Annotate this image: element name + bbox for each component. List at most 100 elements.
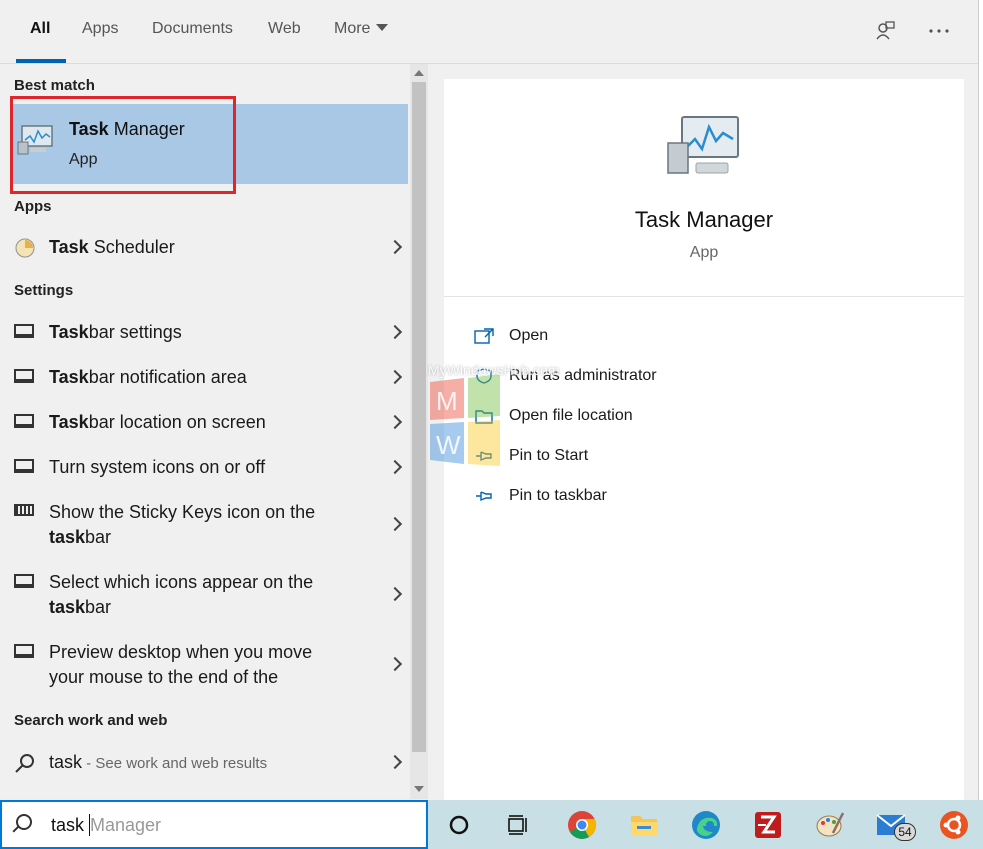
background-window-edge [978, 0, 983, 800]
highlight-frame [10, 96, 236, 194]
folder-icon [631, 816, 657, 836]
tab-web[interactable]: Web [268, 20, 301, 38]
task-view-icon [508, 815, 527, 835]
search-suggestion-text: Manager [90, 815, 162, 835]
action-open-file-location-label: Open file location [509, 407, 633, 424]
paint-taskbar-button[interactable] [814, 809, 846, 841]
task-view-button[interactable] [502, 809, 534, 841]
tab-more[interactable]: More [334, 20, 389, 38]
tab-more-label: More [334, 20, 371, 37]
chevron-right-icon[interactable] [387, 516, 403, 532]
result-label: Taskbar settings [49, 322, 182, 342]
start-search-window: All Apps Documents Web More Best match T… [0, 0, 983, 849]
task-manager-large-icon [667, 116, 739, 174]
action-pin-to-start[interactable]: Pin to Start [474, 442, 774, 472]
tab-all[interactable]: All [30, 20, 50, 38]
result-label: Preview desktop when you move your mouse … [49, 642, 313, 687]
chevron-right-icon[interactable] [387, 459, 403, 475]
setting-taskbar-location[interactable]: Taskbar location on screen [0, 400, 408, 444]
setting-select-taskbar-icons[interactable]: Select which icons appear on the taskbar [0, 560, 408, 630]
result-web-search[interactable]: task - See work and web results [0, 740, 408, 784]
edge-taskbar-button[interactable] [690, 809, 722, 841]
cortana-button[interactable] [443, 809, 475, 841]
section-settings: Settings [14, 282, 74, 299]
setting-taskbar-settings[interactable]: Taskbar settings [0, 310, 408, 354]
filter-tabs: All Apps Documents Web More [0, 0, 978, 64]
setting-system-icons[interactable]: Turn system icons on or off [0, 445, 408, 489]
chevron-right-icon[interactable] [387, 754, 403, 770]
chrome-taskbar-button[interactable] [566, 809, 598, 841]
chevron-right-icon[interactable] [387, 586, 403, 602]
pin-icon [476, 491, 492, 502]
task-scheduler-icon [15, 238, 35, 258]
action-run-as-admin[interactable]: Run as administrator [474, 362, 774, 392]
file-explorer-taskbar-button[interactable] [628, 809, 660, 841]
open-icon [474, 328, 494, 344]
mail-taskbar-button[interactable]: 54 [876, 809, 916, 841]
paint-palette-icon [816, 812, 845, 837]
result-label: Turn system icons on or off [49, 457, 266, 477]
taskbar-icon [14, 324, 34, 338]
action-pin-to-taskbar[interactable]: Pin to taskbar [474, 482, 774, 512]
mail-unread-badge: 54 [894, 823, 916, 841]
setting-taskbar-notification-area[interactable]: Taskbar notification area [0, 355, 408, 399]
ubuntu-taskbar-button[interactable] [938, 809, 970, 841]
action-open-file-location[interactable]: Open file location [474, 402, 774, 432]
pin-icon [476, 451, 492, 462]
result-label: Task Scheduler [49, 237, 175, 257]
ellipsis-icon [929, 29, 949, 33]
taskbar-icon [14, 644, 34, 658]
chevron-right-icon[interactable] [387, 414, 403, 430]
tab-documents[interactable]: Documents [152, 20, 233, 38]
cortana-icon [449, 815, 469, 835]
active-tab-indicator [16, 59, 66, 63]
setting-preview-desktop[interactable]: Preview desktop when you move your mouse … [0, 630, 408, 700]
chevron-right-icon[interactable] [387, 369, 403, 385]
results-scrollbar[interactable] [410, 64, 428, 799]
section-search-web: Search work and web [14, 712, 168, 729]
action-open[interactable]: Open [474, 322, 774, 352]
search-typed-text[interactable]: task [51, 815, 84, 836]
result-label: Taskbar location on screen [49, 412, 266, 432]
search-icon [15, 754, 34, 773]
setting-sticky-keys-icon[interactable]: Show the Sticky Keys icon on the taskbar [0, 490, 408, 560]
chevron-right-icon[interactable] [387, 656, 403, 672]
more-options-button[interactable] [926, 18, 952, 44]
section-apps: Apps [14, 198, 52, 215]
scroll-down-icon[interactable] [414, 786, 424, 792]
detail-app-name: Task Manager [634, 207, 774, 232]
action-pin-to-taskbar-label: Pin to taskbar [509, 487, 607, 504]
folder-icon [475, 410, 493, 424]
scrollbar-thumb[interactable] [412, 82, 426, 752]
scroll-up-icon[interactable] [414, 70, 424, 76]
result-label: Taskbar notification area [49, 367, 247, 387]
tab-apps[interactable]: Apps [82, 20, 118, 38]
result-label: Show the Sticky Keys icon on the taskbar [49, 502, 316, 547]
keyboard-icon [14, 504, 34, 516]
taskbar-icon [14, 414, 34, 428]
filezilla-taskbar-button[interactable] [752, 809, 784, 841]
results-list: Best match Task Manager App Apps Task Sc… [0, 64, 428, 799]
action-run-as-admin-label: Run as administrator [509, 367, 657, 384]
result-label: Select which icons appear on the taskbar [49, 572, 314, 617]
shield-icon [476, 368, 492, 384]
caret-down-icon [376, 24, 389, 31]
taskbar: 54 [428, 800, 983, 849]
taskbar-icon [14, 459, 34, 473]
detail-panel: Task Manager App Open Run as administrat… [444, 79, 964, 800]
filezilla-icon [755, 812, 781, 838]
feedback-icon [876, 21, 895, 40]
search-icon [16, 814, 32, 830]
feedback-button[interactable] [872, 18, 898, 44]
chrome-icon [568, 811, 597, 839]
chevron-right-icon[interactable] [387, 239, 403, 255]
taskbar-search-box[interactable]: task Manager [0, 800, 428, 849]
section-best-match: Best match [14, 77, 95, 94]
action-pin-to-start-label: Pin to Start [509, 447, 589, 464]
action-open-label: Open [509, 327, 549, 344]
taskbar-icon [14, 369, 34, 383]
result-task-scheduler[interactable]: Task Scheduler [0, 225, 408, 269]
ubuntu-icon [940, 811, 968, 839]
result-label: task - See work and web results [49, 752, 268, 772]
chevron-right-icon[interactable] [387, 324, 403, 340]
